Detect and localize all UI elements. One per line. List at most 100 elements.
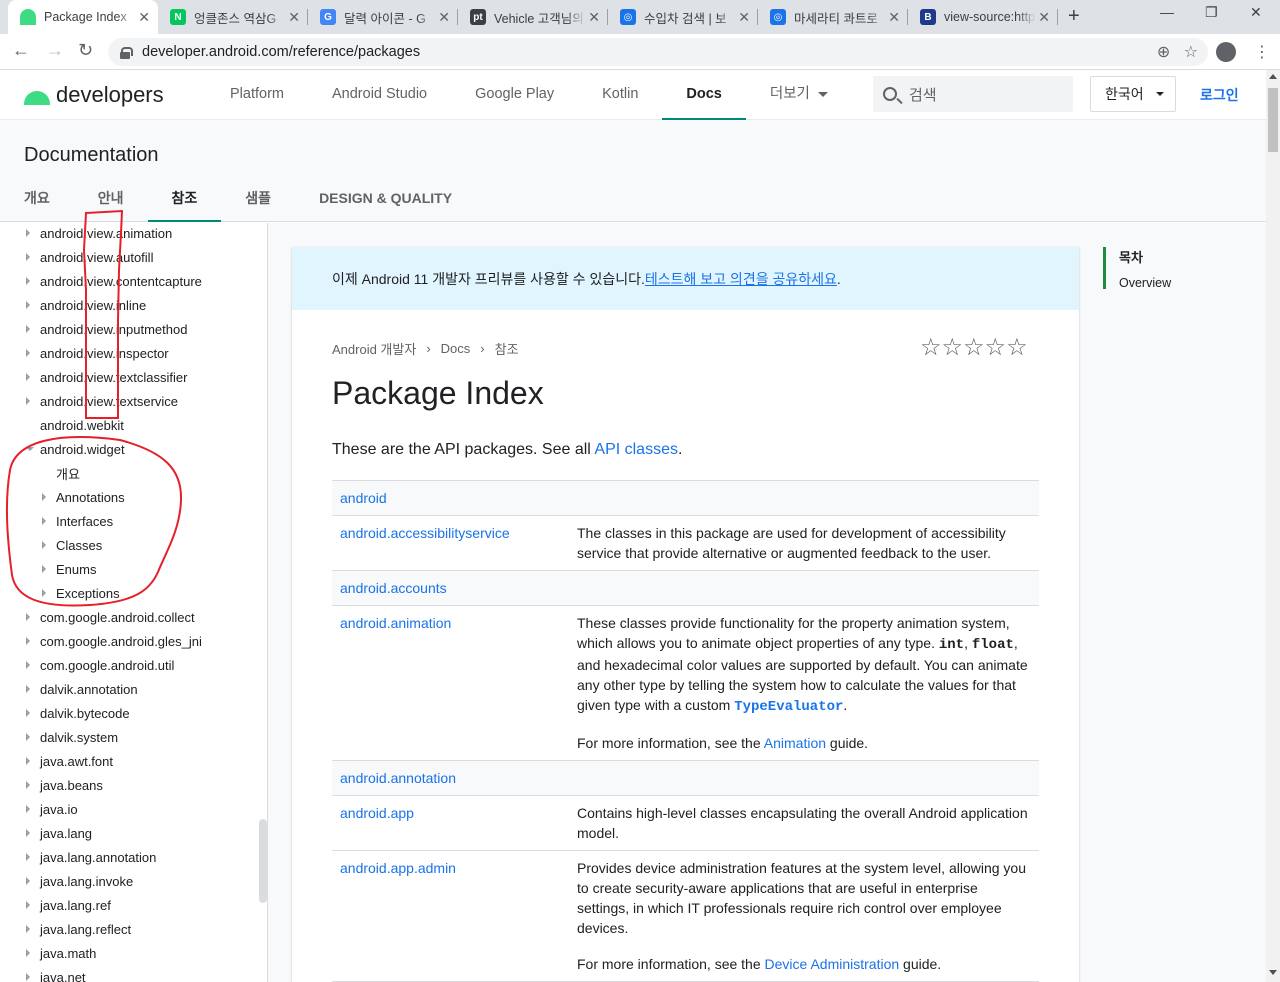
top-nav-kotlin[interactable]: Kotlin — [578, 70, 662, 120]
browser-menu-icon[interactable]: ⋮ — [1254, 42, 1270, 62]
chevron-right-icon[interactable] — [42, 517, 46, 525]
browser-tab[interactable]: N 엉클존스 역삼G ✕ — [158, 0, 308, 34]
breadcrumb-item[interactable]: Docs — [441, 341, 471, 356]
scroll-up-icon[interactable] — [1269, 74, 1277, 79]
package-link[interactable]: android — [332, 481, 577, 515]
sidebar-item[interactable]: java.lang.invoke — [0, 869, 133, 893]
sidebar-item[interactable]: 개요 — [0, 461, 80, 485]
chevron-right-icon[interactable] — [26, 685, 30, 693]
chevron-right-icon[interactable] — [26, 829, 30, 837]
sidebar-item[interactable]: Interfaces — [0, 509, 113, 533]
reload-icon[interactable]: ↻ — [78, 40, 93, 61]
back-icon[interactable]: ← — [12, 40, 30, 61]
close-tab-icon[interactable]: ✕ — [738, 9, 750, 26]
sidebar-item[interactable]: android.view.animation — [0, 223, 172, 245]
sidebar-scrollbar[interactable] — [259, 819, 267, 903]
code-link[interactable]: TypeEvaluator — [734, 699, 843, 715]
sidebar-item[interactable]: java.lang.annotation — [0, 845, 156, 869]
sidebar-item[interactable]: java.io — [0, 797, 78, 821]
sidebar-item[interactable]: java.awt.font — [0, 749, 113, 773]
chevron-right-icon[interactable] — [26, 229, 30, 237]
sidebar-item[interactable]: android.view.inline — [0, 293, 146, 317]
tab-doc-4[interactable]: DESIGN & QUALITY — [295, 180, 476, 222]
scrollbar-thumb[interactable] — [1268, 88, 1278, 152]
close-tab-icon[interactable]: ✕ — [138, 9, 150, 26]
chevron-right-icon[interactable] — [26, 397, 30, 405]
chevron-right-icon[interactable] — [26, 661, 30, 669]
chevron-right-icon[interactable] — [26, 973, 30, 981]
sidebar-item[interactable]: android.view.inputmethod — [0, 317, 187, 341]
browser-tab[interactable]: pt Vehicle 고객님의 ✕ — [458, 0, 608, 34]
sidebar-item[interactable]: Enums — [0, 557, 96, 581]
sidebar-item[interactable]: android.widget — [0, 437, 125, 461]
chevron-right-icon[interactable] — [42, 541, 46, 549]
chevron-right-icon[interactable] — [26, 949, 30, 957]
breadcrumb-item[interactable]: 참조 — [495, 339, 519, 358]
sidebar-item[interactable]: android.view.textclassifier — [0, 365, 187, 389]
toc-item-overview[interactable]: Overview — [1119, 276, 1253, 290]
package-link[interactable]: android.animation — [332, 606, 577, 760]
package-link[interactable]: android.annotation — [332, 761, 577, 795]
chevron-right-icon[interactable] — [26, 781, 30, 789]
browser-tab[interactable]: Package Index ✕ — [8, 0, 158, 34]
chevron-right-icon[interactable] — [26, 925, 30, 933]
top-nav-docs[interactable]: Docs — [662, 70, 746, 120]
browser-tab[interactable]: ◎ 마세라티 콰트로 ✕ — [758, 0, 908, 34]
package-link[interactable]: android.app.admin — [332, 851, 577, 981]
api-classes-link[interactable]: API classes — [594, 441, 678, 458]
chevron-right-icon[interactable] — [26, 253, 30, 261]
scroll-down-icon[interactable] — [1269, 970, 1277, 975]
forward-icon[interactable]: → — [46, 40, 64, 61]
tab-doc-3[interactable]: 샘플 — [221, 180, 295, 222]
guide-link[interactable]: Device Administration — [765, 956, 900, 972]
sidebar-item[interactable]: dalvik.annotation — [0, 677, 138, 701]
chevron-right-icon[interactable] — [26, 901, 30, 909]
sidebar-item[interactable]: Exceptions — [0, 581, 120, 605]
chevron-right-icon[interactable] — [26, 877, 30, 885]
sidebar-item[interactable]: android.view.autofill — [0, 245, 153, 269]
rating-stars-icon[interactable]: ☆☆☆☆☆ — [920, 333, 1028, 362]
browser-tab[interactable]: ◎ 수입차 검색 | 보 ✕ — [608, 0, 758, 34]
sidebar-item[interactable]: com.google.android.util — [0, 653, 174, 677]
close-window-icon[interactable]: ✕ — [1250, 4, 1262, 21]
top-nav-더보기[interactable]: 더보기 — [746, 70, 852, 120]
chevron-right-icon[interactable] — [42, 493, 46, 501]
chevron-right-icon[interactable] — [26, 733, 30, 741]
chevron-right-icon[interactable] — [26, 709, 30, 717]
chevron-right-icon[interactable] — [26, 757, 30, 765]
breadcrumb-item[interactable]: Android 개발자 — [332, 339, 416, 358]
sidebar-item[interactable]: java.lang.ref — [0, 893, 111, 917]
maximize-icon[interactable]: ❐ — [1205, 4, 1218, 21]
sidebar-item[interactable]: Annotations — [0, 485, 125, 509]
android-developers-logo[interactable]: developers — [24, 82, 164, 108]
bookmark-star-icon[interactable]: ⊕ ☆ — [1157, 42, 1198, 62]
login-link[interactable]: 로그인 — [1200, 85, 1239, 105]
close-tab-icon[interactable]: ✕ — [1038, 9, 1050, 26]
sidebar-item[interactable]: Classes — [0, 533, 102, 557]
top-nav-google-play[interactable]: Google Play — [451, 70, 578, 120]
sidebar-item[interactable]: java.lang.reflect — [0, 917, 131, 941]
chevron-right-icon[interactable] — [26, 325, 30, 333]
chevron-right-icon[interactable] — [26, 805, 30, 813]
browser-tab[interactable]: G 달력 아이콘 - G ✕ — [308, 0, 458, 34]
chevron-right-icon[interactable] — [26, 613, 30, 621]
browser-tab[interactable]: Bview-source:http ✕ — [908, 0, 1058, 34]
minimize-icon[interactable]: — — [1160, 4, 1174, 20]
sidebar-item[interactable]: java.math — [0, 941, 96, 965]
sidebar-item[interactable]: java.beans — [0, 773, 103, 797]
banner-link[interactable]: 테스트해 보고 의견을 공유하세요 — [645, 269, 837, 289]
close-tab-icon[interactable]: ✕ — [888, 9, 900, 26]
chevron-right-icon[interactable] — [26, 637, 30, 645]
chevron-right-icon[interactable] — [26, 349, 30, 357]
sidebar-item[interactable]: dalvik.bytecode — [0, 701, 130, 725]
profile-avatar-icon[interactable] — [1216, 42, 1236, 62]
sidebar-item[interactable]: android.webkit — [0, 413, 124, 437]
sidebar-item[interactable]: java.lang — [0, 821, 92, 845]
language-select[interactable]: 한국어 — [1090, 76, 1176, 112]
chevron-right-icon[interactable] — [26, 301, 30, 309]
tab-doc-0[interactable]: 개요 — [0, 180, 74, 222]
close-tab-icon[interactable]: ✕ — [438, 9, 450, 26]
guide-link[interactable]: Animation — [764, 735, 826, 751]
top-nav-platform[interactable]: Platform — [206, 70, 308, 120]
top-nav-android-studio[interactable]: Android Studio — [308, 70, 451, 120]
